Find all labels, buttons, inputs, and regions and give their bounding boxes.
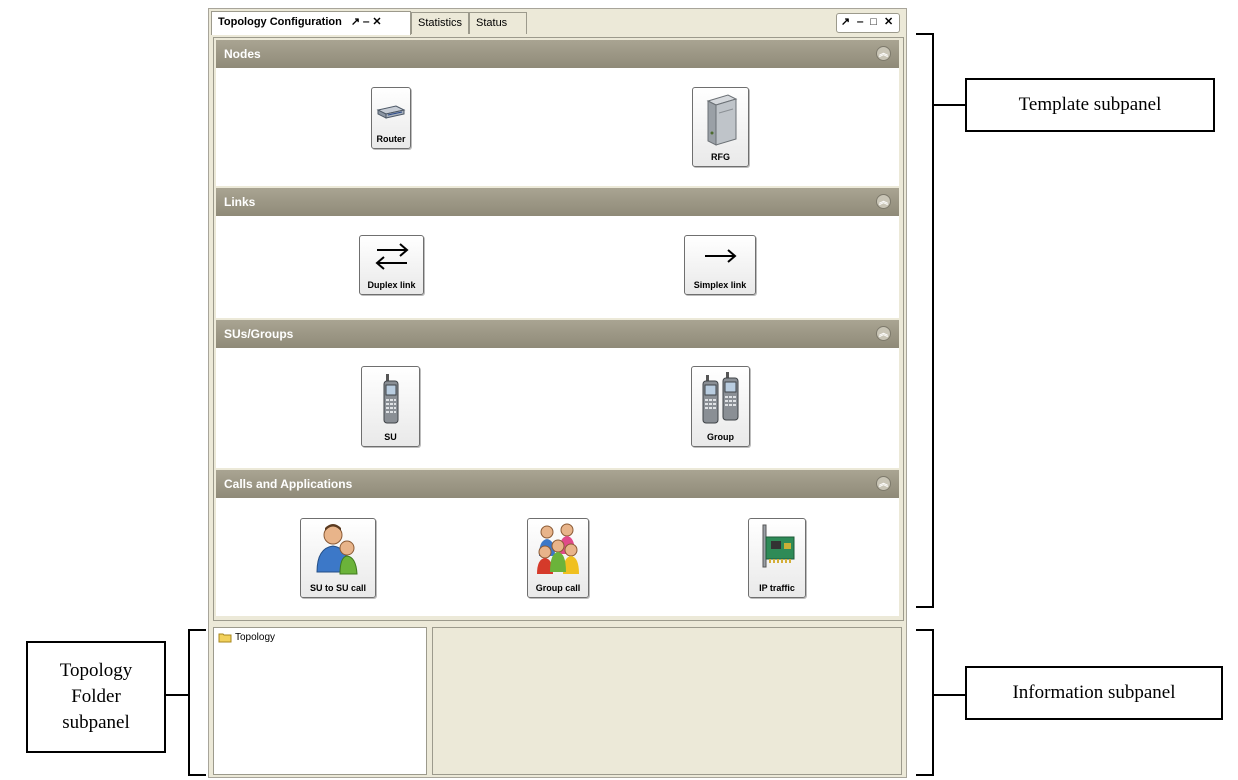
template-subpanel-label: Template subpanel xyxy=(965,78,1215,132)
tab-status[interactable]: Status xyxy=(469,12,527,34)
information-connector xyxy=(934,694,966,696)
router-icon xyxy=(376,105,406,119)
server-icon xyxy=(706,94,737,146)
duplex-arrow-icon xyxy=(374,243,409,270)
collapse-icon[interactable]: ︽ xyxy=(876,326,891,341)
section-title: Links xyxy=(224,195,256,209)
template-connector xyxy=(934,104,966,106)
tile-su-to-su-call[interactable]: SU to SU call xyxy=(300,518,376,598)
template-subpanel: Nodes ︽ Router RFG Links ︽ Duplex link S… xyxy=(213,37,904,621)
collapse-icon[interactable]: ︽ xyxy=(876,46,891,61)
information-bracket xyxy=(916,629,934,776)
section-title: SUs/Groups xyxy=(224,327,294,341)
folder-connector xyxy=(164,694,188,696)
collapse-icon[interactable]: ︽ xyxy=(876,476,891,491)
simplex-arrow-icon xyxy=(705,249,737,263)
bottom-panels: Topology xyxy=(213,627,902,775)
tile-router[interactable]: Router xyxy=(371,87,411,149)
section-title: Calls and Applications xyxy=(224,477,353,491)
tile-label: SU xyxy=(384,432,397,442)
tab-controls-icon[interactable]: ↗ ‒ ✕ xyxy=(351,12,382,32)
folder-bracket xyxy=(188,629,206,776)
tile-duplex-link[interactable]: Duplex link xyxy=(359,235,424,295)
tile-su[interactable]: SU xyxy=(361,366,420,447)
section-header-sus-groups[interactable]: SUs/Groups ︽ xyxy=(216,320,899,348)
two-users-icon xyxy=(316,524,358,575)
folder-item-topology[interactable]: Topology xyxy=(218,632,275,643)
tile-rfg[interactable]: RFG xyxy=(692,87,749,167)
folder-label: Topology xyxy=(235,632,276,644)
tile-simplex-link[interactable]: Simplex link xyxy=(684,235,756,295)
folder-icon xyxy=(218,633,232,643)
handset-group-icon xyxy=(702,372,738,424)
topology-folder-subpanel-label: Topology Folder subpanel xyxy=(26,641,166,753)
tile-label: SU to SU call xyxy=(309,583,366,593)
section-body-links: Duplex link Simplex link xyxy=(216,216,899,318)
tab-label: Topology Configuration xyxy=(218,16,342,28)
tile-label: IP traffic xyxy=(759,583,795,593)
information-subpanel-label: Information subpanel xyxy=(965,666,1223,720)
tile-label: RFG xyxy=(711,152,730,162)
section-header-links[interactable]: Links ︽ xyxy=(216,188,899,216)
tile-label: Duplex link xyxy=(367,280,416,290)
tile-group[interactable]: Group xyxy=(691,366,750,447)
tile-group-call[interactable]: Group call xyxy=(527,518,589,598)
window-controls[interactable]: ↗ ‒ □ ✕ xyxy=(836,13,900,33)
handset-icon xyxy=(383,374,398,424)
network-card-icon xyxy=(762,524,795,568)
section-body-sus-groups: SU Group xyxy=(216,348,899,468)
topology-folder-subpanel: Topology xyxy=(213,627,427,775)
section-header-nodes[interactable]: Nodes ︽ xyxy=(216,40,899,68)
tab-topology-configuration[interactable]: Topology Configuration ↗ ‒ ✕ xyxy=(211,11,411,35)
section-body-nodes: Router RFG xyxy=(216,68,899,186)
section-body-calls-applications: SU to SU call Group call IP traffic xyxy=(216,498,899,616)
tab-bar: Topology Configuration ↗ ‒ ✕ Statistics … xyxy=(209,9,906,35)
tab-statistics[interactable]: Statistics xyxy=(411,12,469,34)
tile-ip-traffic[interactable]: IP traffic xyxy=(748,518,806,598)
topology-window: Topology Configuration ↗ ‒ ✕ Statistics … xyxy=(208,8,907,778)
user-group-icon xyxy=(537,523,579,574)
information-subpanel xyxy=(432,627,902,775)
tab-label: Statistics xyxy=(418,17,463,29)
tile-label: Group xyxy=(707,432,734,442)
tab-label: Status xyxy=(476,17,508,29)
section-title: Nodes xyxy=(224,47,261,61)
section-header-calls-applications[interactable]: Calls and Applications ︽ xyxy=(216,470,899,498)
collapse-icon[interactable]: ︽ xyxy=(876,194,891,209)
tile-label: Group call xyxy=(535,583,581,593)
tile-label: Router xyxy=(376,134,406,144)
template-bracket xyxy=(916,33,934,608)
tile-label: Simplex link xyxy=(693,280,747,290)
